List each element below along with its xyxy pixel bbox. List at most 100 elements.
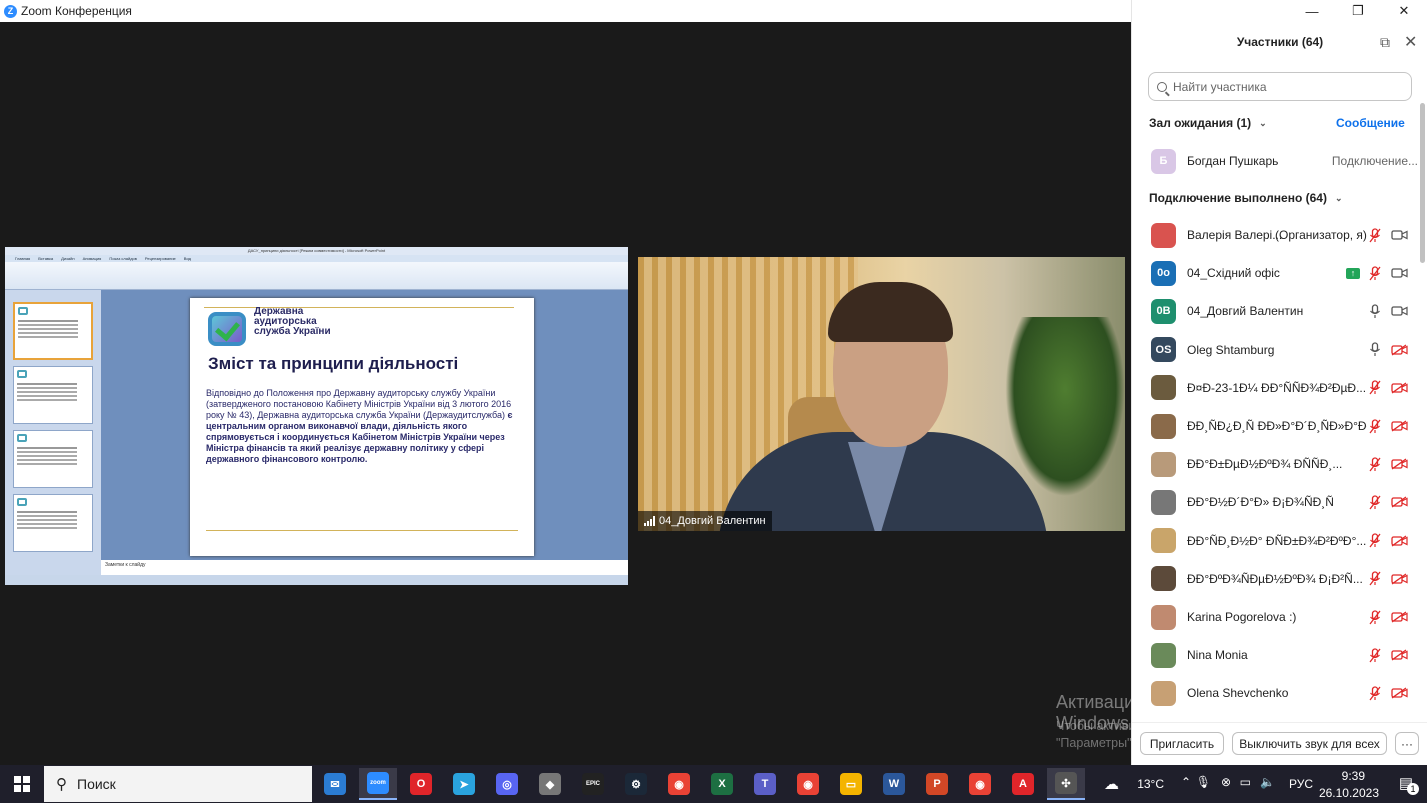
word-icon[interactable]: W [875,768,913,800]
video-off-icon[interactable] [1390,572,1408,586]
clock-time[interactable]: 9:39 [1342,769,1365,783]
zoom-logo-icon: Z [4,4,17,18]
invite-button[interactable]: Пригласить [1140,732,1224,755]
mail-icon[interactable]: ✉ [316,768,354,800]
participant-row[interactable]: Olena Shevchenko [1132,674,1418,712]
video-off-icon[interactable] [1390,495,1408,509]
participant-row[interactable]: OS Oleg Shtamburg [1132,331,1418,369]
video-off-icon[interactable] [1390,686,1408,700]
battery-icon[interactable]: ▭ [1240,775,1251,789]
video-off-icon[interactable] [1390,457,1408,471]
taskbar-search[interactable]: ⚲ Поиск [44,766,312,802]
participant-row[interactable]: ÐÐ°Ð±ÐµÐ½ÐºÐ¾ ÐÑÑÐ¸... [1132,445,1418,483]
telegram-icon[interactable]: ➤ [445,768,483,800]
video-off-icon[interactable] [1390,610,1408,624]
panel-scrollbar[interactable] [1420,103,1425,263]
volume-icon[interactable]: 🔈 [1260,775,1275,789]
waiting-room-header[interactable]: Зал ожидания (1) ⌄ [1149,116,1267,130]
mic-muted-icon[interactable] [1368,609,1382,625]
video-off-icon[interactable] [1390,343,1408,357]
participant-row[interactable]: Валерія Валері... (Организатор, я) [1132,216,1418,254]
connected-header[interactable]: Подключение выполнено (64) ⌄ [1149,191,1343,205]
slide-top-rule [204,307,514,308]
participant-name: 04_Східний офіс [1187,266,1280,281]
slide-thumbnails [5,290,101,575]
mic-muted-icon[interactable] [1368,227,1382,243]
mic-muted-icon[interactable] [1368,571,1382,587]
video-off-icon[interactable] [1390,381,1408,395]
avatar [1151,489,1176,515]
participants-panel: — ❐ ✕ Участники (64) ⧉ ✕ Зал ожидания (1… [1131,0,1427,765]
weather-temp[interactable]: 13°C [1137,777,1164,791]
waiting-participant-row[interactable]: Б Богдан Пушкарь Подключение... [1132,142,1418,180]
participant-row[interactable]: ÐÐ°ÐºÐ¾ÑÐµÐ½ÐºÐ¾ Ð¡Ð²Ñ... [1132,560,1418,598]
weather-icon[interactable]: ☁ [1104,775,1119,793]
language-indicator[interactable]: РУС [1289,777,1313,791]
roblox-icon[interactable]: ◆ [531,768,569,800]
waiting-message-button[interactable]: Сообщение [1336,116,1405,130]
clock-date[interactable]: 26.10.2023 [1319,786,1379,800]
ppt-tab: Показ слайдов [109,256,137,261]
video-off-icon[interactable] [1390,419,1408,433]
participant-row[interactable]: 0В 04_Довгий Валентин [1132,292,1418,330]
opera-icon[interactable]: O [402,768,440,800]
participant-search[interactable] [1148,72,1412,101]
shared-screen[interactable]: ДАСУ_принципи діяльності [Режим совмести… [5,247,628,585]
mic-muted-icon[interactable] [1368,685,1382,701]
chrome-3-icon[interactable]: ◉ [961,768,999,800]
zoom-icon[interactable]: zoom [359,768,397,800]
participant-row[interactable]: ÐÐ¸ÑÐ¿Ð¸Ñ ÐÐ»Ð°Ð´Ð¸ÑÐ»Ð°Ð²... [1132,407,1418,445]
chrome-2-icon[interactable]: ◉ [789,768,827,800]
close-panel-icon[interactable]: ✕ [1404,32,1417,52]
mic-icon[interactable] [1368,303,1382,319]
teams-icon[interactable]: T [746,768,784,800]
mic-muted-icon[interactable] [1368,456,1382,472]
participant-row[interactable]: Nina Monia [1132,636,1418,674]
more-options-button[interactable]: ··· [1395,732,1419,755]
avatar [1151,413,1176,439]
video-icon[interactable] [1390,228,1408,242]
mic-muted-icon[interactable] [1368,533,1382,549]
waiting-room-label: Зал ожидания (1) [1149,116,1252,130]
mute-all-button[interactable]: Выключить звук для всех [1232,732,1387,755]
mic-muted-icon[interactable] [1368,265,1382,281]
participant-row[interactable]: ÐÐ°ÑÐ¸Ð½Ð° ÐÑÐ±Ð¾Ð²ÐºÐ°... [1132,522,1418,560]
participant-search-input[interactable] [1173,79,1393,94]
participant-row[interactable]: Karina Pogorelova :) [1132,598,1418,636]
discord-icon[interactable]: ◎ [488,768,526,800]
ppt-tabs: Главная Вставка Дизайн Анимация Показ слайдо… [5,255,628,262]
mic-muted-icon[interactable] [1368,380,1382,396]
video-tile[interactable]: 04_Довгий Валентин [638,257,1125,531]
video-icon[interactable] [1390,266,1408,280]
explorer-icon[interactable]: ▭ [832,768,870,800]
close-window-button[interactable]: ✕ [1381,0,1427,22]
mic-muted-icon[interactable] [1368,418,1382,434]
powerpoint-icon[interactable]: P [918,768,956,800]
maximize-button[interactable]: ❐ [1335,0,1381,22]
microphone-icon[interactable]: 🎙 [1196,775,1211,789]
network-tool-icon[interactable]: ✣ [1047,768,1085,800]
ppt-tab: Анимация [82,256,102,261]
windows-start-icon[interactable] [0,765,44,803]
popout-icon[interactable]: ⧉ [1380,34,1390,51]
epic-games-icon[interactable]: EPIC [574,768,612,800]
video-icon[interactable] [1390,304,1408,318]
network-icon[interactable]: ⊗ [1221,775,1231,789]
video-off-icon[interactable] [1390,648,1408,662]
participant-name: ÐÐ°ÐºÐ¾ÑÐµÐ½ÐºÐ¾ Ð¡Ð²Ñ... [1187,571,1363,586]
mic-icon[interactable] [1368,342,1382,358]
excel-icon[interactable]: X [703,768,741,800]
steam-icon[interactable]: ⚙ [617,768,655,800]
participant-name: Валерія Валері... [1187,228,1283,242]
chrome-icon[interactable]: ◉ [660,768,698,800]
chevron-up-icon[interactable]: ⌃ [1181,775,1191,789]
participant-row[interactable]: Ð¤Ð-23-1Ð¼ ÐÐ°ÑÑÐ¾Ð²ÐµÐ... [1132,369,1418,407]
mic-muted-icon[interactable] [1368,647,1382,663]
minimize-button[interactable]: — [1289,0,1335,22]
participant-row[interactable]: ÐÐ°Ð½Ð´Ð°Ð» Ð¡Ð¾ÑÐ¸Ñ [1132,483,1418,521]
acrobat-icon[interactable]: A [1004,768,1042,800]
mic-muted-icon[interactable] [1368,494,1382,510]
participant-row[interactable]: 0о 04_Східний офіс ↑ [1132,254,1418,292]
video-off-icon[interactable] [1390,534,1408,548]
window-titlebar: Z Zoom Конференция [0,0,1131,22]
